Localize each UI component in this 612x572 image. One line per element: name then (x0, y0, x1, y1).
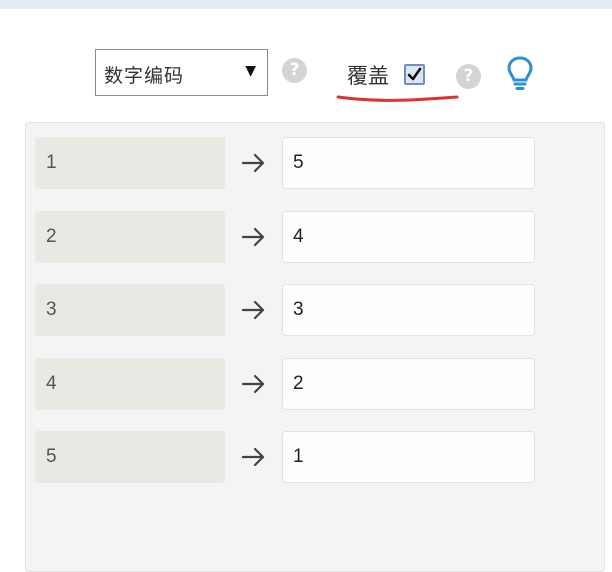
top-strip (0, 0, 612, 9)
lightbulb-icon[interactable] (505, 55, 535, 93)
arrow-right-icon (241, 300, 265, 320)
arrow-right-icon (241, 447, 265, 467)
help-icon[interactable]: ? (282, 58, 307, 83)
mode-select[interactable]: 数字编码 ▼ (95, 49, 268, 96)
target-input[interactable]: 4 (282, 211, 535, 263)
source-value: 3 (35, 284, 225, 336)
mapping-panel: 1 5 2 4 3 3 4 2 5 1 (25, 122, 605, 572)
target-input[interactable]: 3 (282, 284, 535, 336)
mapping-row: 5 1 (26, 431, 604, 483)
arrow-right-icon (241, 374, 265, 394)
overwrite-label: 覆盖 (347, 64, 389, 88)
mapping-row: 2 4 (26, 211, 604, 263)
help-icon[interactable]: ? (456, 64, 481, 89)
red-underline-annotation (336, 95, 459, 102)
mapping-row: 1 5 (26, 137, 604, 189)
source-value: 5 (35, 431, 225, 483)
arrow-right-icon (241, 227, 265, 247)
arrow-right-icon (241, 153, 265, 173)
source-value: 1 (35, 137, 225, 189)
checkbox-check-icon (407, 67, 422, 81)
chevron-down-icon: ▼ (245, 63, 256, 79)
source-value: 4 (35, 358, 225, 410)
overwrite-checkbox[interactable] (404, 64, 425, 85)
source-value: 2 (35, 211, 225, 263)
mapping-row: 3 3 (26, 284, 604, 336)
target-input[interactable]: 5 (282, 137, 535, 189)
target-input[interactable]: 2 (282, 358, 535, 410)
mode-select-value: 数字编码 (104, 65, 185, 87)
mapping-row: 4 2 (26, 358, 604, 410)
target-input[interactable]: 1 (282, 431, 535, 483)
